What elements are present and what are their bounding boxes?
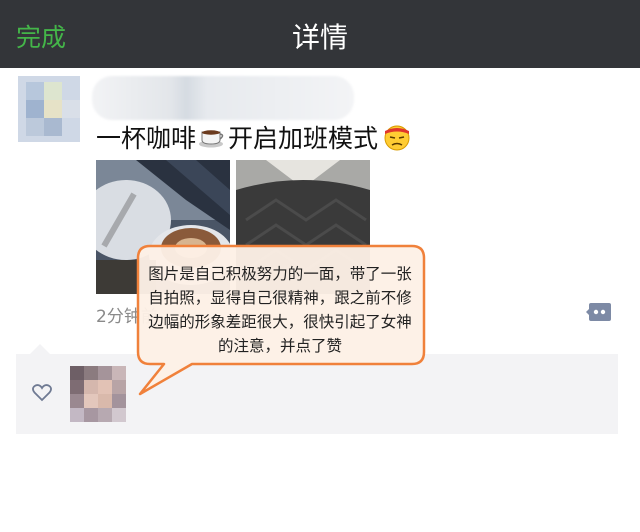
annotation-text: 图片是自己积极努力的一面，带了一张自拍照，显得自己很精神，跟之前不修边幅的形象差…	[148, 265, 412, 355]
